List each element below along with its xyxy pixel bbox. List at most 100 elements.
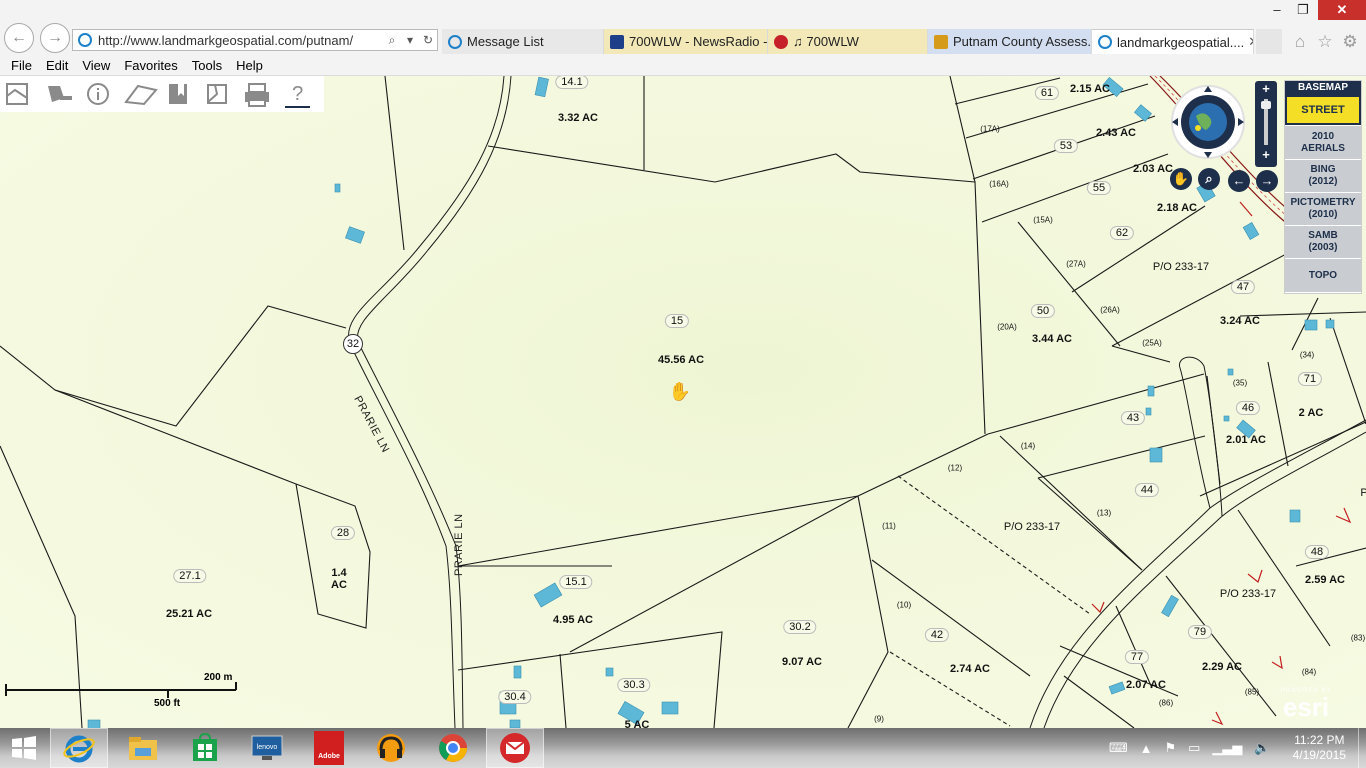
parcel-map[interactable]: 3.32 AC 45.56 AC 2.15 AC 2.43 AC 2.03 AC…	[0, 76, 1366, 728]
clock[interactable]: 11:22 PM 4/19/2015	[1293, 733, 1346, 763]
address-url[interactable]: http://www.landmarkgeospatial.com/putnam…	[98, 33, 383, 48]
search-tool-icon[interactable]	[44, 80, 72, 108]
pan-compass-icon[interactable]	[1166, 80, 1256, 170]
keyboard-icon[interactable]: ⌨	[1109, 740, 1128, 756]
lenovo-icon[interactable]: lenovo	[238, 728, 296, 768]
mail-icon[interactable]	[486, 728, 544, 768]
network-icon[interactable]: ▁▃▅	[1212, 740, 1242, 756]
parcel-number: 15.1	[559, 575, 593, 589]
gear-icon[interactable]: ⚙	[1340, 32, 1360, 52]
basemap-option-topo[interactable]: TOPO	[1285, 258, 1361, 292]
pan-hand-icon[interactable]: ✋	[1170, 168, 1192, 190]
route-shield: 32	[343, 334, 363, 354]
tab-label: 700WLW - NewsRadio -...	[629, 34, 768, 49]
basemap-header: BASEMAP	[1285, 81, 1361, 95]
parcel-number: 44	[1134, 483, 1160, 497]
tab-label: Putnam County Assess...	[953, 34, 1092, 49]
tab-label: landmarkgeospatial....	[1117, 34, 1245, 50]
scale-imperial-label: 500 ft	[154, 698, 181, 709]
home-icon[interactable]: ⌂	[1290, 32, 1310, 52]
zoom-slider[interactable]: + +	[1255, 81, 1277, 167]
internet-explorer-icon[interactable]	[50, 728, 108, 768]
esri-wordmark: esri	[1282, 692, 1330, 722]
print-tool-icon[interactable]	[243, 80, 271, 108]
basemap-option-samb[interactable]: SAMB (2003)	[1285, 225, 1361, 258]
basemap-option-bing[interactable]: BING (2012)	[1285, 159, 1361, 192]
restore-button[interactable]: ❐	[1290, 0, 1316, 20]
sub-parcel-label: (35)	[1232, 378, 1248, 388]
sub-parcel-label: (27A)	[1066, 259, 1086, 269]
basemap-option-2010-aerials[interactable]: 2010 AERIALS	[1285, 125, 1361, 159]
iheart-favicon-icon	[774, 34, 788, 49]
basemap-option-pictometry[interactable]: PICTOMETRY (2010)	[1285, 192, 1361, 225]
acreage-label: 25.21 AC	[165, 608, 213, 620]
minimize-button[interactable]: –	[1264, 0, 1290, 20]
acreage-label: 2.01 AC	[1226, 434, 1266, 446]
acreage-label: 1.4 AC	[331, 567, 347, 591]
draw-tool-icon[interactable]	[205, 80, 230, 108]
zoom-in-icon[interactable]: +	[1255, 81, 1277, 97]
star-icon[interactable]: ☆	[1315, 32, 1335, 52]
address-bar[interactable]: http://www.landmarkgeospatial.com/putnam…	[72, 29, 438, 51]
file-explorer-icon[interactable]	[114, 728, 172, 768]
identify-tool-icon[interactable]	[86, 80, 111, 108]
forward-arrow-icon: →	[47, 29, 63, 46]
back-button[interactable]: ←	[4, 23, 34, 53]
close-window-button[interactable]: ✕	[1318, 0, 1366, 20]
menu-tools[interactable]: Tools	[192, 58, 222, 73]
partial-parcel-label: P/O 233-17	[1219, 588, 1277, 600]
tab-700wlw-newsradio[interactable]: 700WLW - NewsRadio -...	[604, 29, 768, 54]
menu-file[interactable]: File	[11, 58, 32, 73]
adobe-icon[interactable]: Adobe	[300, 728, 358, 768]
forward-button[interactable]: →	[40, 23, 70, 53]
zoom-box-icon[interactable]: ⌕	[1198, 168, 1220, 190]
battery-icon[interactable]: ▭	[1188, 740, 1200, 756]
system-tray: ⌨ ▲ ⚑ ▭ ▁▃▅ 🔈 11:22 PM 4/19/2015	[1103, 728, 1366, 768]
previous-extent-icon[interactable]: ←	[1228, 170, 1250, 192]
sub-parcel-label: (26A)	[1100, 305, 1120, 315]
refresh-icon[interactable]: ↻	[419, 33, 437, 47]
show-desktop-button[interactable]	[1358, 728, 1366, 768]
chrome-icon[interactable]	[424, 728, 482, 768]
menu-edit[interactable]: Edit	[46, 58, 68, 73]
site-favicon-icon	[78, 33, 92, 47]
menu-bar: File Edit View Favorites Tools Help	[0, 56, 1366, 76]
back-arrow-icon: ←	[11, 29, 27, 46]
next-extent-icon[interactable]: →	[1256, 170, 1278, 192]
menu-favorites[interactable]: Favorites	[124, 58, 177, 73]
bookmark-tool-icon[interactable]	[166, 80, 191, 108]
dropdown-icon[interactable]: ▾	[401, 33, 419, 47]
tab-message-list[interactable]: Message List	[442, 29, 604, 54]
tab-putnam-assessor[interactable]: Putnam County Assess...	[928, 29, 1092, 54]
tab-700wlw-iheart[interactable]: ♫ 700WLW	[768, 29, 928, 54]
help-tool-icon[interactable]: ?	[285, 80, 310, 108]
zoom-thumb[interactable]	[1261, 101, 1271, 109]
volume-icon[interactable]: 🔈	[1254, 740, 1270, 756]
zoom-out-icon[interactable]: +	[1255, 147, 1277, 163]
clock-date: 4/19/2015	[1292, 748, 1346, 762]
parcel-number: 43	[1120, 411, 1146, 425]
start-button[interactable]	[0, 728, 48, 768]
flag-icon[interactable]: ⚑	[1164, 740, 1176, 756]
tab-landmarkgeospatial[interactable]: landmarkgeospatial.... ✕	[1092, 29, 1254, 54]
sub-parcel-label: (13)	[1096, 508, 1112, 518]
zoom-track[interactable]	[1261, 99, 1271, 145]
sub-parcel-label: (84)	[1301, 667, 1317, 677]
audible-icon[interactable]	[362, 728, 420, 768]
menu-help[interactable]: Help	[236, 58, 263, 73]
scale-metric-label: 200 m	[204, 672, 233, 683]
search-icon[interactable]: ⌕	[383, 33, 401, 48]
wlw-favicon-icon	[610, 34, 624, 49]
windows-logo-icon	[12, 736, 36, 760]
new-tab-button[interactable]	[1256, 29, 1282, 54]
measure-tool-icon[interactable]	[124, 80, 159, 108]
menu-view[interactable]: View	[82, 58, 110, 73]
close-tab-icon[interactable]: ✕	[1244, 34, 1253, 50]
show-hidden-icon[interactable]: ▲	[1140, 741, 1153, 756]
basemap-option-street[interactable]: STREET	[1285, 95, 1361, 125]
sub-parcel-label: (86)	[1158, 698, 1174, 708]
store-icon[interactable]	[176, 728, 234, 768]
sub-parcel-label: (34)	[1299, 350, 1315, 360]
acreage-label: 2.43 AC	[1096, 127, 1136, 139]
layers-tool-icon[interactable]	[5, 80, 30, 108]
